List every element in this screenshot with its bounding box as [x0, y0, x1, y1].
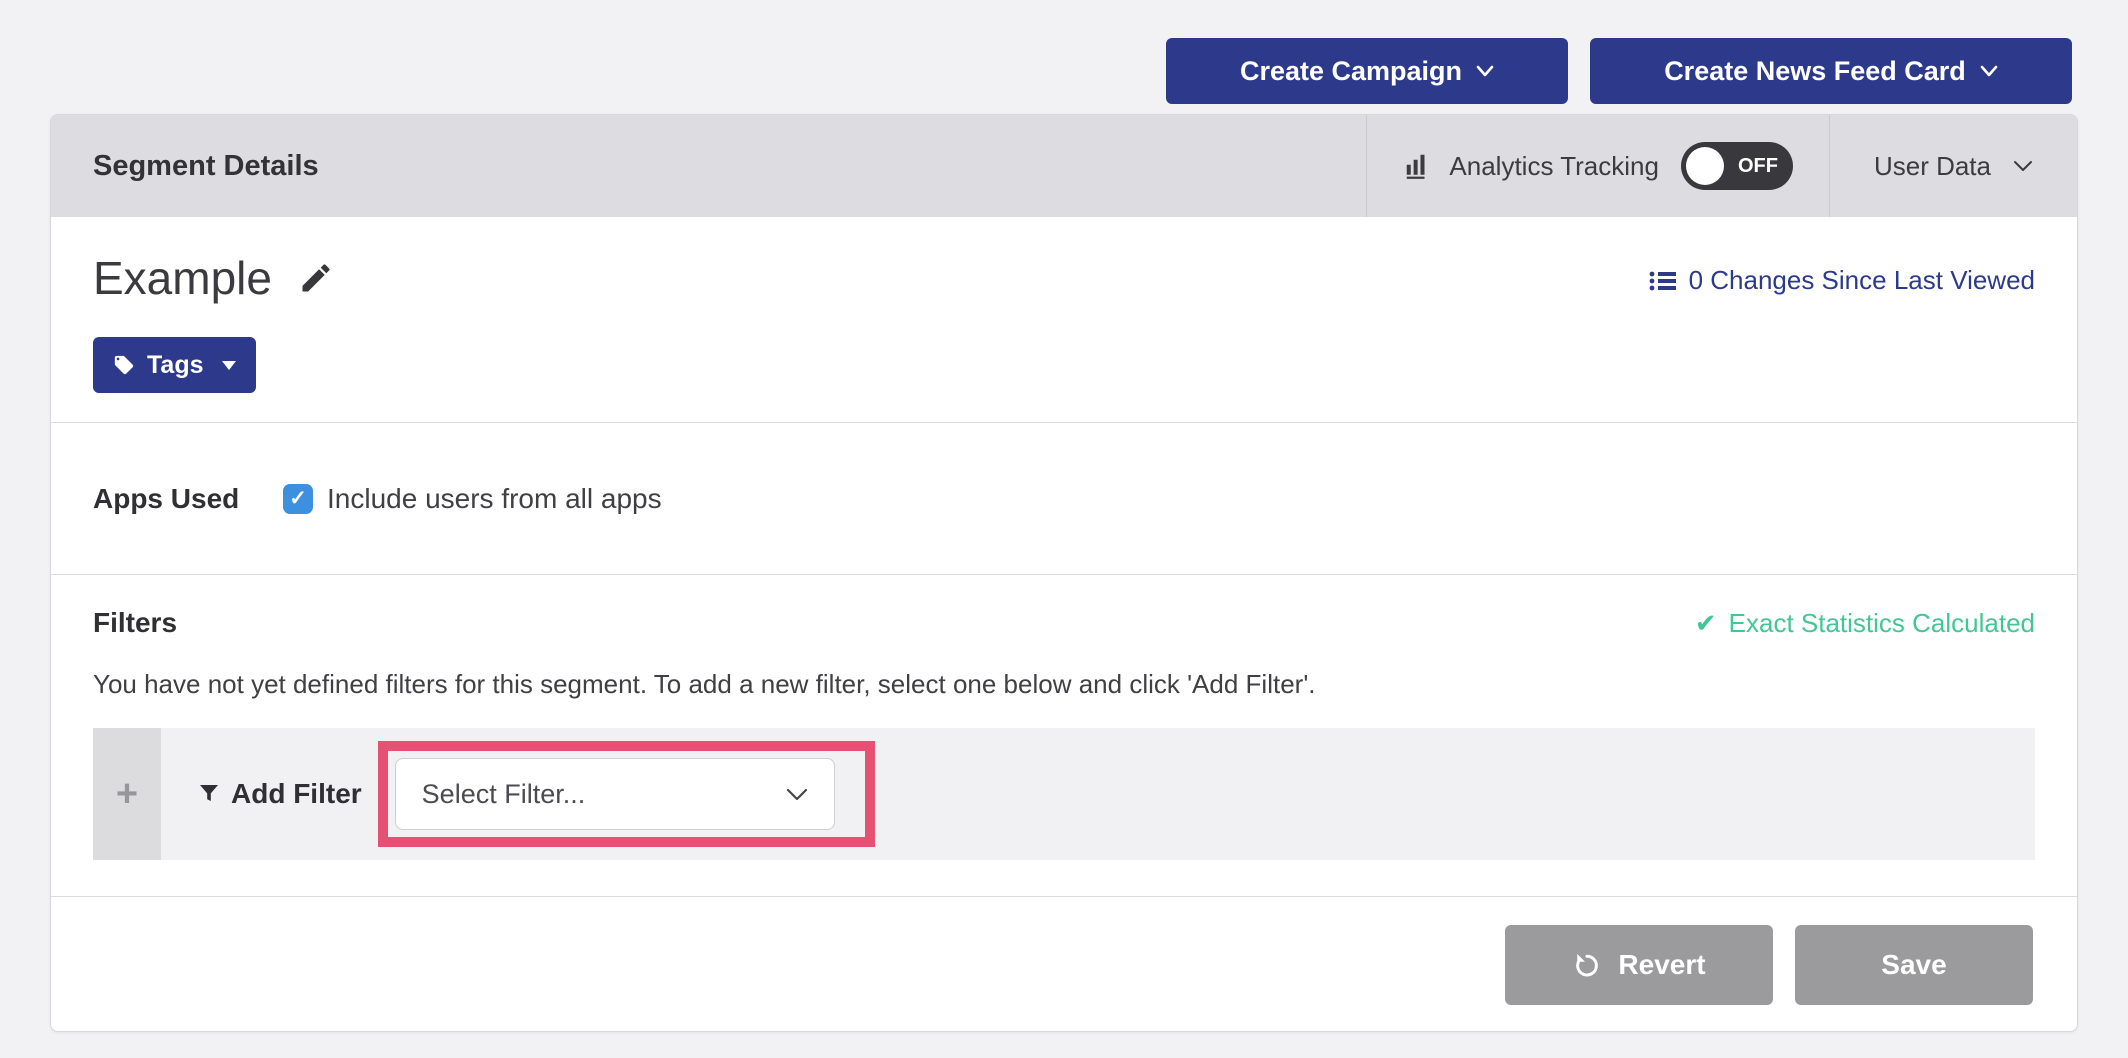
- panel-header: Segment Details Analytics Tracking OFF U…: [51, 115, 2077, 217]
- filter-select[interactable]: Select Filter...: [395, 758, 835, 830]
- apps-used-section: Apps Used ✓ Include users from all apps: [51, 423, 2077, 575]
- create-campaign-button[interactable]: Create Campaign: [1166, 38, 1568, 104]
- include-all-apps-checkbox[interactable]: ✓: [283, 484, 313, 514]
- statistics-status-label: Exact Statistics Calculated: [1729, 608, 2035, 639]
- filters-help-text: You have not yet defined filters for thi…: [93, 669, 2035, 700]
- revert-button-label: Revert: [1618, 949, 1705, 981]
- chevron-down-icon: [1980, 65, 1998, 77]
- segment-details-panel: Segment Details Analytics Tracking OFF U…: [50, 114, 2078, 1032]
- chevron-down-icon: [2013, 160, 2033, 172]
- filter-select-value: Select Filter...: [422, 779, 586, 810]
- analytics-tracking-toggle[interactable]: OFF: [1681, 142, 1793, 190]
- tag-icon: [113, 354, 135, 376]
- user-data-label: User Data: [1874, 151, 1991, 182]
- toggle-knob: [1686, 147, 1724, 185]
- create-news-feed-label: Create News Feed Card: [1664, 56, 1966, 87]
- analytics-tracking-section: Analytics Tracking OFF: [1366, 115, 1829, 217]
- toggle-state-label: OFF: [1738, 155, 1778, 178]
- save-button-label: Save: [1881, 949, 1946, 981]
- top-actions: Create Campaign Create News Feed Card: [1166, 38, 2072, 104]
- filters-section: Filters ✔ Exact Statistics Calculated Yo…: [51, 575, 2077, 897]
- segment-title-section: Example 0 Changes Since Last Viewed: [51, 217, 2077, 423]
- panel-footer: Revert Save: [51, 897, 2077, 1032]
- analytics-tracking-label: Analytics Tracking: [1449, 151, 1659, 182]
- create-news-feed-card-button[interactable]: Create News Feed Card: [1590, 38, 2072, 104]
- plus-icon: +: [116, 773, 138, 816]
- add-filter-label: Add Filter: [231, 778, 362, 810]
- filters-title: Filters: [93, 607, 177, 639]
- changes-since-last-viewed-link[interactable]: 0 Changes Since Last Viewed: [1649, 265, 2035, 296]
- caret-down-icon: [222, 361, 236, 370]
- checkbox-check-icon: ✓: [289, 486, 307, 511]
- add-filter-row: + Add Filter Select Filter...: [93, 728, 2035, 860]
- tags-button-label: Tags: [147, 351, 204, 380]
- include-all-apps-label: Include users from all apps: [327, 483, 662, 515]
- list-icon: [1649, 269, 1677, 293]
- chevron-down-icon: [1476, 65, 1494, 77]
- bar-chart-icon: [1403, 151, 1433, 181]
- highlight-annotation: Select Filter...: [378, 741, 875, 847]
- funnel-icon: [197, 782, 221, 806]
- tags-button[interactable]: Tags: [93, 337, 256, 393]
- apps-used-label: Apps Used: [93, 483, 283, 515]
- revert-button[interactable]: Revert: [1505, 925, 1773, 1005]
- edit-pencil-icon[interactable]: [298, 260, 334, 296]
- user-data-dropdown[interactable]: User Data: [1829, 115, 2077, 217]
- page-title: Segment Details: [51, 115, 1366, 217]
- add-filter-plus-button[interactable]: +: [93, 728, 161, 860]
- chevron-down-icon: [786, 788, 808, 801]
- save-button[interactable]: Save: [1795, 925, 2033, 1005]
- segment-name: Example: [93, 251, 272, 305]
- add-filter-button[interactable]: Add Filter: [197, 778, 362, 810]
- revert-icon: [1572, 950, 1602, 980]
- create-campaign-label: Create Campaign: [1240, 56, 1462, 87]
- check-icon: ✔: [1695, 608, 1717, 639]
- statistics-status: ✔ Exact Statistics Calculated: [1695, 608, 2035, 639]
- changes-link-label: 0 Changes Since Last Viewed: [1689, 265, 2035, 296]
